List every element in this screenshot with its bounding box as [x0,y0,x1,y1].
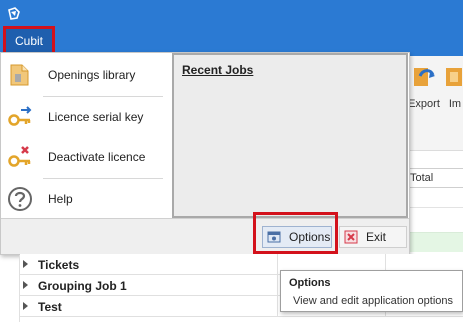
tree-row-label: Grouping Job 1 [38,279,127,293]
menu-item-label: Openings library [48,68,136,82]
tree-row-label: Test [38,300,62,314]
grid-cell-highlighted [405,232,463,252]
file-menu-tab[interactable]: Cubit [3,26,55,55]
menu-item-licence-serial-key[interactable]: Licence serial key [5,97,165,137]
file-menu-tab-label: Cubit [14,33,43,48]
openings-library-icon [10,64,29,86]
exit-button[interactable]: Exit [339,226,407,248]
tree-gutter [0,255,20,322]
menu-item-label: Deactivate licence [48,150,146,164]
app-logo-icon [8,7,20,20]
expand-arrow-icon[interactable] [23,260,28,268]
menu-item-label: Help [48,192,73,206]
options-button[interactable]: Options [262,226,332,248]
column-divider [277,275,278,296]
options-icon [267,231,281,243]
column-header-total[interactable]: Total [405,168,463,188]
tree-row-label: Tickets [38,258,80,272]
expand-arrow-icon[interactable] [23,302,28,310]
menu-item-label: Licence serial key [48,110,144,124]
grid-cell [405,188,463,208]
options-button-label: Options [289,230,331,244]
exit-button-label: Exit [366,230,387,244]
menu-item-deactivate-licence[interactable]: Deactivate licence [5,137,165,177]
deactivate-key-icon [8,146,31,167]
exit-icon [344,230,358,244]
recent-jobs-panel: Recent Jobs [172,53,408,218]
column-divider [277,296,278,317]
recent-jobs-title: Recent Jobs [182,63,254,77]
import-button[interactable]: Im [445,62,463,114]
menu-item-openings-library[interactable]: Openings library [5,55,165,95]
file-menu-panel: Openings library Licence serial key Deac… [0,52,410,255]
options-tooltip: Options View and edit application option… [280,270,463,312]
key-icon [8,106,32,126]
column-divider [277,254,278,275]
import-icon [446,68,462,86]
help-icon [8,187,32,211]
menu-item-help[interactable]: Help [5,179,165,219]
tooltip-description: View and edit application options [293,295,454,307]
export-button-label: Export [408,98,440,110]
tooltip-title: Options [289,277,331,289]
column-header-total-label: Total [410,172,434,184]
file-menu-items: Openings library Licence serial key Deac… [1,53,171,218]
expand-arrow-icon[interactable] [23,281,28,289]
title-bar [0,0,463,28]
import-button-label: Im [448,98,462,110]
export-icon [414,68,435,86]
